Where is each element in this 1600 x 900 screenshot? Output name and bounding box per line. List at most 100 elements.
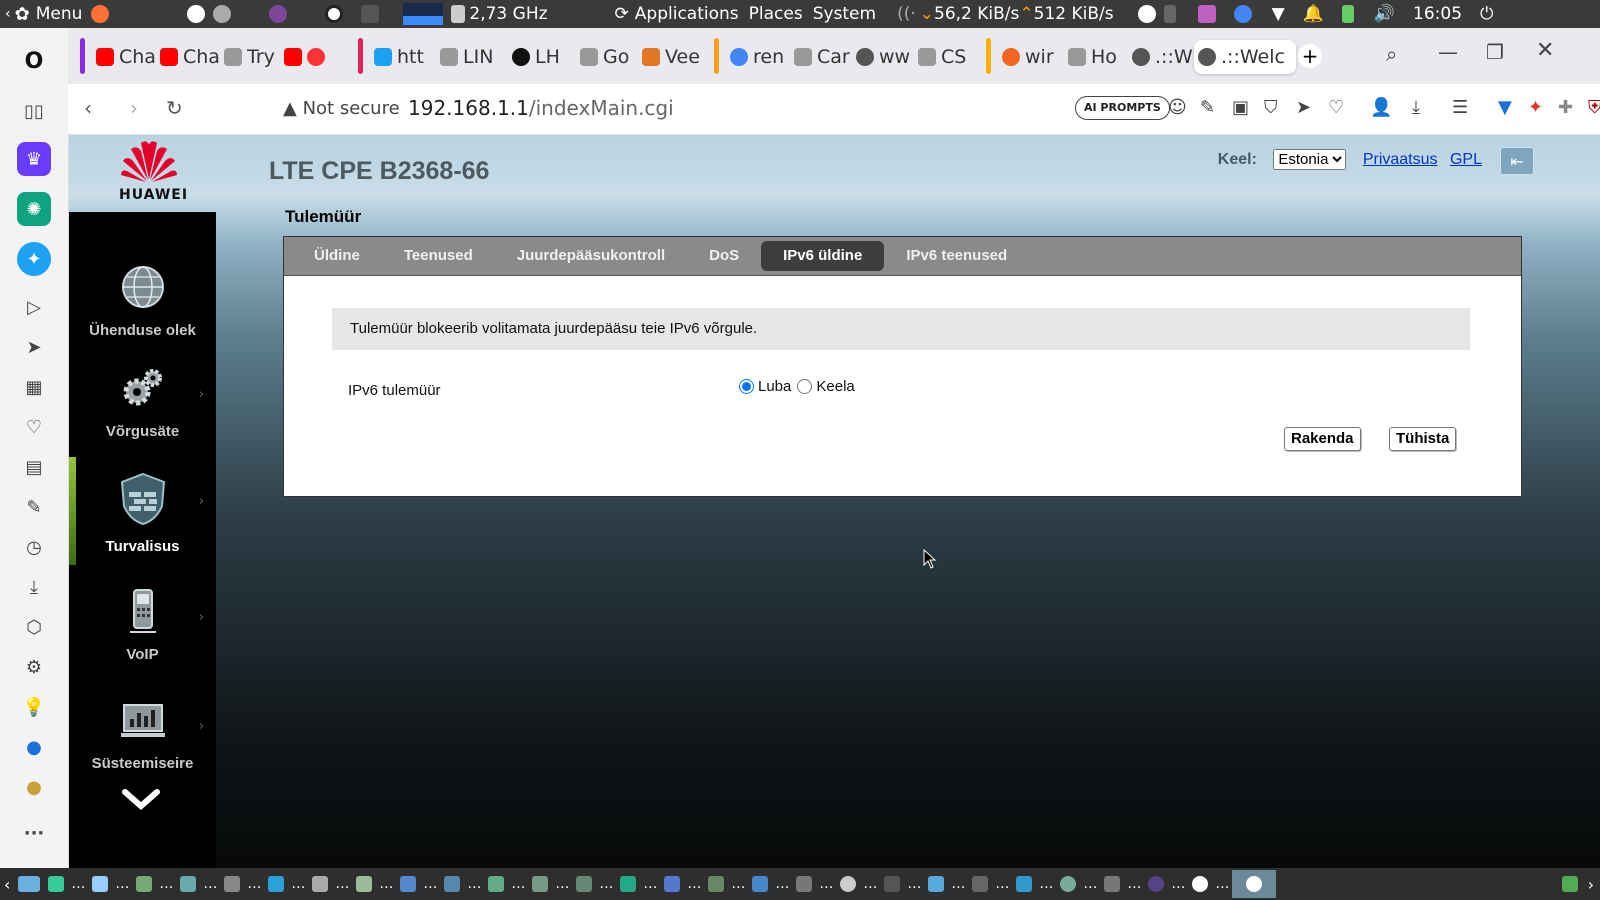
- lightbulb-icon[interactable]: 💡: [17, 690, 51, 724]
- task-app-icon[interactable]: [928, 876, 945, 892]
- disable-radio[interactable]: [797, 379, 813, 394]
- menu-item-system-monitor[interactable]: Süsteemiseire ›: [69, 697, 216, 772]
- tab-5[interactable]: htt: [370, 40, 436, 74]
- logout-button[interactable]: ⇤: [1500, 147, 1534, 175]
- enable-label[interactable]: Luba: [758, 378, 791, 395]
- easy-setup-icon[interactable]: ☰: [1452, 97, 1468, 118]
- settings-indicator-icon[interactable]: [213, 5, 232, 23]
- tab-access-control[interactable]: Juurdepääsukontroll: [495, 241, 687, 271]
- task-app-icon[interactable]: [488, 876, 505, 892]
- gpl-link[interactable]: GPL: [1450, 151, 1482, 168]
- task-app-icon[interactable]: [92, 876, 109, 892]
- task-app-icon[interactable]: [268, 876, 285, 892]
- tab-1[interactable]: Cha: [92, 40, 158, 74]
- chatgpt-icon[interactable]: ✺: [17, 192, 51, 226]
- tab-general[interactable]: Üldine: [292, 241, 382, 271]
- tab-6[interactable]: LIN: [436, 40, 500, 74]
- apply-button[interactable]: Rakenda: [1284, 427, 1361, 451]
- send-icon[interactable]: ➤: [17, 330, 51, 364]
- task-app-icon[interactable]: [752, 876, 769, 892]
- tor-icon[interactable]: [269, 5, 288, 23]
- wifi-signal-icon[interactable]: ((·: [897, 4, 916, 24]
- task-app-icon[interactable]: [356, 876, 373, 892]
- tab-2[interactable]: Cha: [156, 40, 220, 74]
- tab-12[interactable]: ww: [852, 40, 916, 74]
- crown-icon[interactable]: ♛: [17, 142, 51, 176]
- task-app-icon[interactable]: [972, 876, 989, 892]
- os-system-menu[interactable]: System: [808, 0, 881, 28]
- task-app-icon[interactable]: [620, 876, 637, 892]
- os-applications-menu[interactable]: ⟳ Applications: [610, 0, 744, 28]
- close-icon[interactable]: ✕: [1536, 38, 1554, 63]
- menu-item-connection-status[interactable]: Ühenduse olek: [69, 264, 216, 339]
- news-icon[interactable]: ▤: [17, 450, 51, 484]
- tab-ipv6-general[interactable]: IPv6 üldine: [761, 241, 885, 271]
- ublock-icon[interactable]: ⛨: [1588, 97, 1600, 118]
- reading-list-icon[interactable]: ▯▯: [17, 94, 51, 128]
- xbox-icon[interactable]: [1137, 5, 1156, 23]
- tab-4[interactable]: [280, 40, 344, 74]
- task-app-icon[interactable]: [48, 876, 65, 892]
- chevron-left-icon[interactable]: ‹: [4, 875, 10, 894]
- emoji-icon[interactable]: ☺: [1168, 97, 1187, 118]
- tab-ipv6-services[interactable]: IPv6 teenused: [884, 241, 1029, 271]
- privacy-link[interactable]: Privaatsus: [1363, 151, 1438, 168]
- edit-page-icon[interactable]: ✎: [1200, 97, 1215, 118]
- battery-icon[interactable]: [1341, 5, 1354, 23]
- opera-icon[interactable]: [325, 5, 344, 23]
- history-icon[interactable]: ◷: [17, 530, 51, 564]
- tab-active[interactable]: .::Welc: [1194, 40, 1296, 74]
- chrome-indicator-icon[interactable]: [1233, 5, 1252, 23]
- tab-9[interactable]: Vee: [638, 40, 704, 74]
- task-app-icon[interactable]: [180, 876, 197, 892]
- task-app-icon[interactable]: [444, 876, 461, 892]
- player-icon[interactable]: ▷: [17, 290, 51, 324]
- send-tab-icon[interactable]: ➤: [1296, 97, 1311, 118]
- task-app-icon[interactable]: [840, 876, 857, 892]
- task-app-icon[interactable]: [708, 876, 725, 892]
- task-app-icon[interactable]: [400, 876, 417, 892]
- tab-group-marker[interactable]: [986, 38, 991, 74]
- menu-scroll-down-button[interactable]: [121, 788, 161, 814]
- task-app-icon[interactable]: [532, 876, 549, 892]
- menu-item-voip[interactable]: VoIP ›: [69, 588, 216, 663]
- coin-icon[interactable]: ●: [17, 770, 51, 804]
- bookmark-heart-icon[interactable]: ♡: [1328, 97, 1344, 118]
- task-app-icon[interactable]: [884, 876, 901, 892]
- twitter-icon[interactable]: ✦: [17, 242, 51, 276]
- chat-bubble-icon[interactable]: ●: [17, 730, 51, 764]
- task-app-icon[interactable]: [1148, 876, 1165, 892]
- apps-grid-icon[interactable]: ▦: [17, 370, 51, 404]
- tab-11[interactable]: Car: [790, 40, 854, 74]
- tab-16[interactable]: .::W: [1128, 40, 1194, 74]
- power-icon[interactable]: ⏻: [1480, 4, 1493, 24]
- heart-icon[interactable]: ♡: [17, 410, 51, 444]
- extension-vpn-icon[interactable]: ▼: [1498, 97, 1512, 118]
- extensions-cube-icon[interactable]: ⬡: [17, 610, 51, 644]
- tab-13[interactable]: CS: [914, 40, 974, 74]
- task-app-icon[interactable]: [136, 876, 153, 892]
- os-menu-button[interactable]: ‹ ✿ Menu: [0, 0, 87, 28]
- tab-3[interactable]: Try: [220, 40, 280, 74]
- clock[interactable]: 16:05: [1413, 4, 1462, 24]
- edit-icon[interactable]: ✎: [17, 490, 51, 524]
- restore-icon[interactable]: ❐: [1486, 40, 1504, 64]
- menu-item-security[interactable]: Turvalisus ›: [69, 472, 216, 555]
- extension-pointer-icon[interactable]: ✦: [1528, 97, 1543, 118]
- disable-label[interactable]: Keela: [816, 378, 854, 395]
- opera-logo-icon[interactable]: O: [17, 44, 51, 78]
- enable-radio[interactable]: [739, 379, 754, 394]
- terminal-icon[interactable]: [361, 5, 380, 23]
- wifi-icon[interactable]: ▼: [1272, 4, 1285, 24]
- bluetooth-icon[interactable]: [1163, 5, 1176, 23]
- task-app-icon[interactable]: [224, 876, 241, 892]
- url-field[interactable]: 192.168.1.1/indexMain.cgi: [408, 96, 674, 120]
- tab-group-marker[interactable]: [358, 38, 363, 74]
- profile-icon[interactable]: 👤: [1370, 97, 1392, 118]
- tab-group-marker[interactable]: [80, 38, 85, 74]
- camera-icon[interactable]: ▣: [1232, 97, 1249, 118]
- cancel-button[interactable]: Tühista: [1389, 427, 1457, 451]
- settings-gear-icon[interactable]: ⚙: [17, 650, 51, 684]
- download-icon[interactable]: ⤓: [1412, 97, 1420, 118]
- firefox-icon[interactable]: [91, 5, 110, 23]
